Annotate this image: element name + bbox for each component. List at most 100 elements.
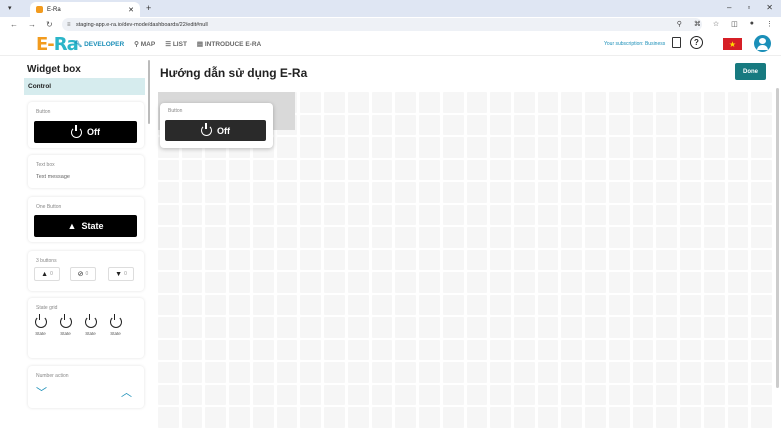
grid-cell[interactable]: [442, 362, 464, 383]
tab-list-icon[interactable]: ▾: [8, 4, 12, 12]
grid-cell[interactable]: [300, 137, 322, 158]
document-icon[interactable]: [672, 37, 681, 48]
grid-cell[interactable]: [466, 137, 488, 158]
grid-cell[interactable]: [252, 204, 274, 225]
grid-cell[interactable]: [442, 272, 464, 293]
grid-cell[interactable]: [205, 317, 227, 338]
grid-cell[interactable]: [703, 272, 725, 293]
grid-cell[interactable]: [537, 204, 559, 225]
grid-cell[interactable]: [466, 227, 488, 248]
grid-cell[interactable]: [466, 114, 488, 135]
grid-cell[interactable]: [656, 384, 678, 405]
grid-cell[interactable]: [680, 362, 701, 383]
grid-cell[interactable]: [561, 182, 583, 203]
grid-cell[interactable]: [229, 159, 250, 180]
grid-cell[interactable]: [324, 227, 345, 248]
grid-cell[interactable]: [656, 114, 678, 135]
grid-cell[interactable]: [727, 384, 749, 405]
placed-button-widget[interactable]: Button Off: [160, 103, 273, 148]
grid-cell[interactable]: [300, 294, 322, 315]
grid-cell[interactable]: [561, 339, 583, 360]
grid-cell[interactable]: [324, 362, 345, 383]
grid-cell[interactable]: [632, 362, 654, 383]
grid-cell[interactable]: [656, 339, 678, 360]
grid-cell[interactable]: [751, 92, 772, 113]
grid-cell[interactable]: [680, 137, 701, 158]
location-icon[interactable]: ⚲: [677, 20, 682, 28]
reload-icon[interactable]: ↻: [46, 20, 53, 29]
grid-cell[interactable]: [632, 339, 654, 360]
grid-cell[interactable]: [561, 384, 583, 405]
grid-cell[interactable]: [347, 114, 369, 135]
grid-cell[interactable]: [703, 294, 725, 315]
grid-cell[interactable]: [347, 159, 369, 180]
grid-cell[interactable]: [513, 182, 535, 203]
grid-cell[interactable]: [680, 249, 701, 270]
grid-cell[interactable]: [442, 137, 464, 158]
grid-cell[interactable]: [680, 384, 701, 405]
grid-cell[interactable]: [680, 159, 701, 180]
widget-3-buttons[interactable]: 3 buttons ▲ 0 ⊘ 0 ▼ 0: [28, 251, 144, 291]
grid-cell[interactable]: [324, 317, 345, 338]
grid-cell[interactable]: [490, 249, 511, 270]
grid-cell[interactable]: [181, 362, 203, 383]
grid-cell[interactable]: [656, 182, 678, 203]
grid-cell[interactable]: [300, 159, 322, 180]
grid-cell[interactable]: [703, 249, 725, 270]
grid-cell[interactable]: [513, 294, 535, 315]
widget-one-button[interactable]: One Button ▲ State: [28, 197, 144, 242]
grid-cell[interactable]: [158, 407, 179, 428]
grid-cell[interactable]: [181, 272, 203, 293]
grid-cell[interactable]: [561, 114, 583, 135]
grid-cell[interactable]: [442, 159, 464, 180]
grid-cell[interactable]: [585, 339, 606, 360]
grid-cell[interactable]: [181, 182, 203, 203]
grid-cell[interactable]: [252, 182, 274, 203]
grid-cell[interactable]: [608, 159, 630, 180]
grid-cell[interactable]: [751, 137, 772, 158]
close-tab-icon[interactable]: ✕: [128, 6, 134, 14]
grid-cell[interactable]: [466, 362, 488, 383]
grid-cell[interactable]: [585, 249, 606, 270]
grid-cell[interactable]: [490, 407, 511, 428]
grid-cell[interactable]: [229, 317, 250, 338]
grid-cell[interactable]: [300, 362, 322, 383]
grid-cell[interactable]: [205, 384, 227, 405]
grid-cell[interactable]: [466, 182, 488, 203]
grid-cell[interactable]: [158, 384, 179, 405]
grid-cell[interactable]: [537, 249, 559, 270]
grid-cell[interactable]: [513, 384, 535, 405]
menu-map[interactable]: ⚲ MAP: [134, 40, 155, 48]
grid-cell[interactable]: [252, 294, 274, 315]
grid-cell[interactable]: [561, 294, 583, 315]
grid-cell[interactable]: [680, 272, 701, 293]
grid-cell[interactable]: [680, 92, 701, 113]
grid-cell[interactable]: [703, 204, 725, 225]
grid-cell[interactable]: [490, 294, 511, 315]
grid-cell[interactable]: [419, 182, 440, 203]
grid-cell[interactable]: [395, 384, 417, 405]
grid-cell[interactable]: [347, 294, 369, 315]
grid-cell[interactable]: [347, 137, 369, 158]
grid-cell[interactable]: [513, 114, 535, 135]
grid-cell[interactable]: [703, 407, 725, 428]
grid-cell[interactable]: [656, 227, 678, 248]
grid-cell[interactable]: [158, 339, 179, 360]
grid-cell[interactable]: [395, 272, 417, 293]
grid-cell[interactable]: [632, 294, 654, 315]
grid-cell[interactable]: [751, 227, 772, 248]
grid-cell[interactable]: [419, 249, 440, 270]
grid-cell[interactable]: [727, 272, 749, 293]
grid-cell[interactable]: [300, 249, 322, 270]
grid-cell[interactable]: [656, 407, 678, 428]
grid-cell[interactable]: [466, 159, 488, 180]
grid-cell[interactable]: [751, 249, 772, 270]
grid-cell[interactable]: [419, 294, 440, 315]
profile-icon[interactable]: ●: [750, 20, 754, 28]
grid-cell[interactable]: [276, 362, 298, 383]
widget-button[interactable]: Button Off: [28, 102, 144, 148]
grid-cell[interactable]: [419, 272, 440, 293]
grid-cell[interactable]: [585, 362, 606, 383]
grid-cell[interactable]: [181, 227, 203, 248]
grid-cell[interactable]: [490, 182, 511, 203]
